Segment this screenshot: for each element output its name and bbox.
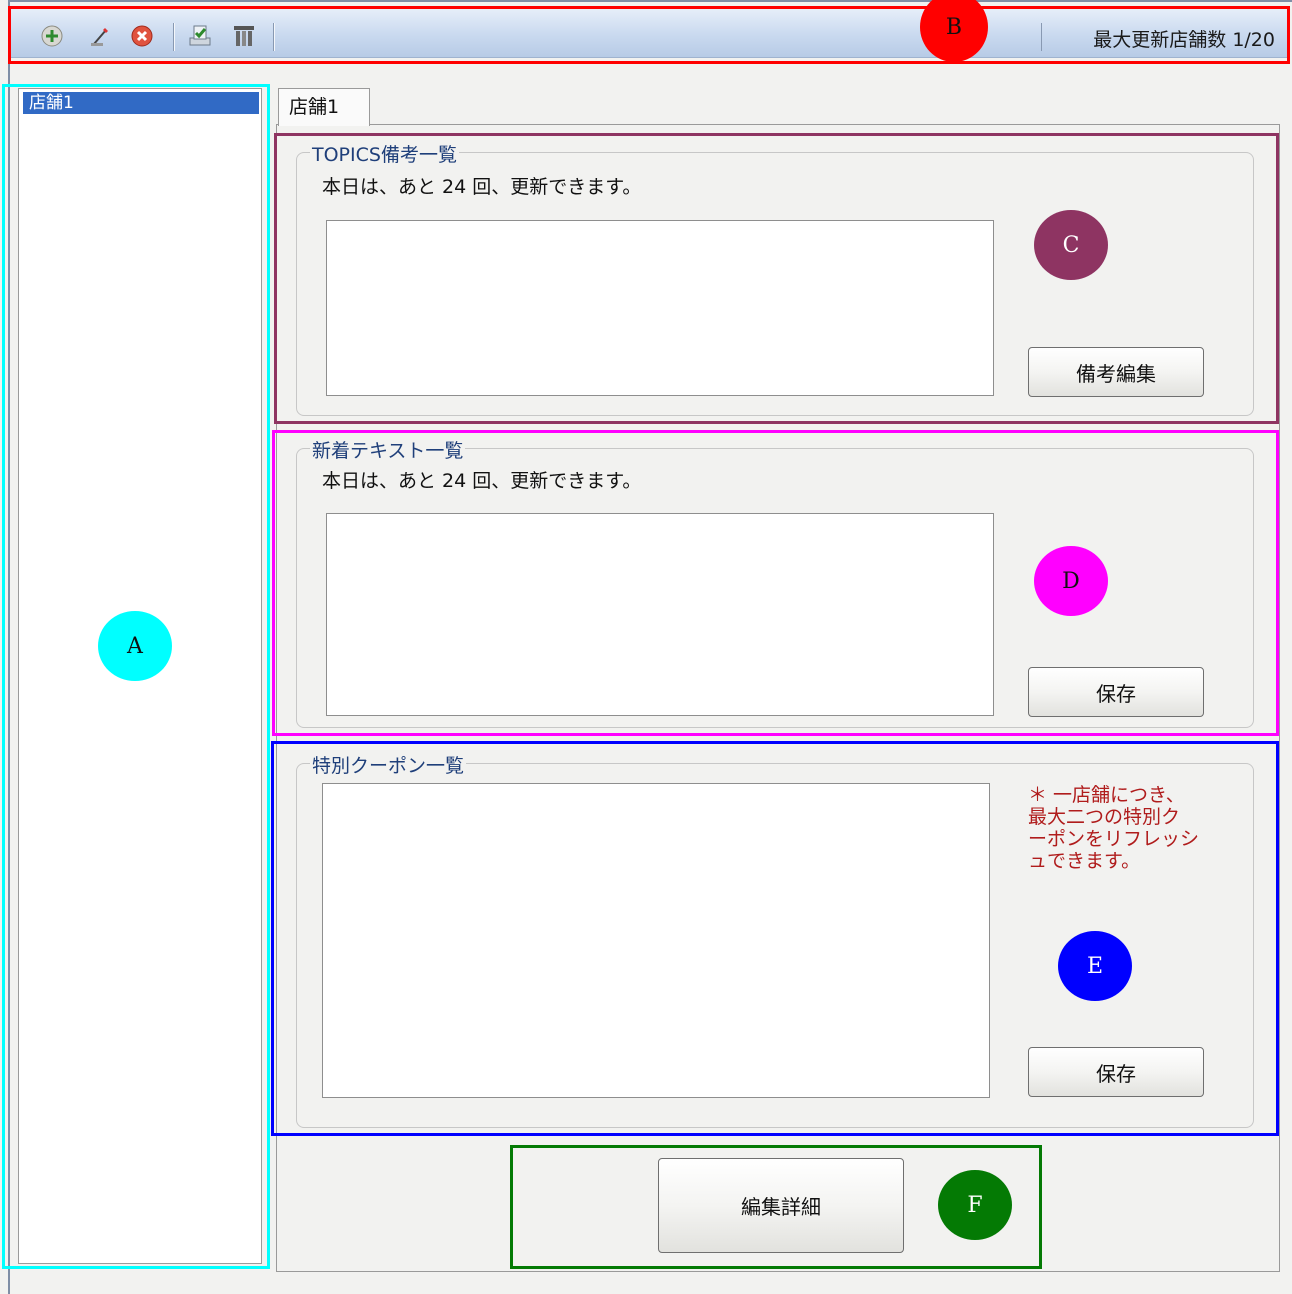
window-frame-top [8, 0, 1292, 2]
annotation-box-e [271, 741, 1279, 1136]
annotation-box-d [272, 430, 1279, 736]
annotation-marker-d: D [1034, 546, 1108, 616]
annotation-marker-e: E [1058, 931, 1132, 1001]
annotation-marker-f: F [938, 1170, 1012, 1240]
annotation-box-c [274, 133, 1279, 424]
annotation-marker-c: C [1034, 210, 1108, 280]
annotation-box-b [8, 6, 1290, 64]
annotation-marker-a: A [98, 611, 172, 681]
tab-store-1[interactable]: 店舗1 [278, 88, 370, 126]
